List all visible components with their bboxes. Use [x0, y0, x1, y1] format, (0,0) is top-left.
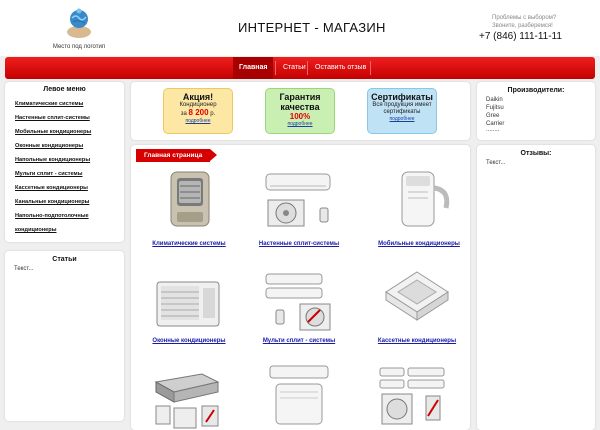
promo-certificates-title: Сертификаты — [371, 92, 433, 102]
product-label-wall-split[interactable]: Настенные сплит-системы — [244, 241, 354, 247]
promo-sale-price-suffix: р. — [210, 111, 216, 117]
promo-sale-more-link[interactable]: подробнее — [164, 118, 232, 124]
promo-certificates-line1: Вся продукция имеет — [372, 102, 432, 108]
menu-item-cassette-ac[interactable]: Кассетные кондиционеры — [15, 185, 88, 191]
menu-item-mobile-ac[interactable]: Мобильные кондиционеры — [15, 129, 91, 135]
reviews-title: Отзывы: — [520, 150, 552, 157]
menu-item-floor-ceiling-cont[interactable]: кондиционеры — [15, 227, 57, 233]
manufacturer-gree[interactable]: Gree — [486, 113, 499, 119]
section-tab-home: Главная страница — [136, 149, 218, 162]
nav-divider — [307, 61, 308, 75]
menu-item-duct-ac[interactable]: Канальные кондиционеры — [15, 199, 89, 205]
left-menu-title: Левое меню — [43, 86, 86, 93]
floor-ceiling-ac-image[interactable] — [264, 364, 334, 426]
promo-sale-title: Акция! — [182, 92, 214, 102]
nav-item-home[interactable]: Главная — [233, 57, 274, 79]
wall-split-image[interactable] — [264, 168, 334, 230]
menu-item-wall-split[interactable]: Настенные сплит-системы — [15, 115, 90, 121]
promo-certificates-line2: сертификаты — [383, 109, 421, 115]
logo-text: Место под логотип — [52, 44, 106, 50]
menu-item-window-ac[interactable]: Оконные кондиционеры — [15, 143, 83, 149]
menu-item-floor-ceiling[interactable]: Напольно-подпотолочные — [15, 213, 89, 219]
window-ac-image[interactable] — [153, 272, 223, 334]
product-label-mobile[interactable]: Мобильные кондиционеры — [364, 241, 474, 247]
manufacturer-daikin[interactable]: Daikin — [486, 97, 503, 103]
climate-system-image[interactable] — [155, 168, 225, 230]
logo[interactable]: Место под логотип — [48, 4, 108, 52]
multi-split-image[interactable] — [264, 270, 334, 332]
mobile-ac-image[interactable] — [384, 168, 454, 230]
promo-quality[interactable]: Гарантия качества 100% подробнее — [265, 88, 335, 134]
product-label-multi-split[interactable]: Мульти сплит - системы — [244, 338, 354, 344]
articles-panel: Статьи Текст... — [5, 251, 124, 421]
manufacturer-fujitsu[interactable]: Fujitsu — [486, 105, 504, 111]
help-text-line2: Звоните, разберемся! — [492, 23, 553, 29]
promo-sale[interactable]: Акция! Кондиционер за 8 200 р. подробнее — [163, 88, 233, 134]
main-nav: Главная Статьи Оставить отзыв — [5, 57, 595, 79]
header: Место под логотип ИНТЕРНЕТ - МАГАЗИН Про… — [0, 0, 600, 56]
promo-sale-price-line: за 8 200 р. — [164, 109, 232, 118]
nav-divider — [370, 61, 371, 75]
left-menu-panel: Левое меню Климатические системы Настенн… — [5, 82, 124, 242]
promo-certificates-more-link[interactable]: подробнее — [368, 116, 436, 122]
articles-title: Статьи — [52, 256, 77, 263]
promo-quality-title2: качества — [280, 102, 320, 112]
multi-indoor-ac-image[interactable] — [378, 366, 448, 428]
promo-certificates[interactable]: Сертификаты Вся продукция имеет сертифик… — [367, 88, 437, 134]
menu-item-floor-ac[interactable]: Напольные кондиционеры — [15, 157, 90, 163]
nav-item-leave-review[interactable]: Оставить отзыв — [309, 57, 372, 79]
promo-quality-title: Гарантия — [279, 92, 321, 102]
phone-number: +7 (846) 111-11-11 — [479, 31, 562, 42]
nav-divider — [275, 61, 276, 75]
logo-image — [67, 8, 91, 38]
manufacturer-more: ........ — [486, 127, 500, 133]
product-label-cassette[interactable]: Кассетные кондиционеры — [362, 338, 472, 344]
product-label-climate[interactable]: Климатические системы — [134, 241, 244, 247]
manufacturers-title: Производители: — [507, 87, 565, 94]
help-text-line1: Проблемы с выбором? — [492, 15, 557, 21]
menu-item-multi-split[interactable]: Мульти сплит - системы — [15, 171, 82, 177]
duct-ac-image[interactable] — [152, 368, 222, 430]
reviews-panel: Отзывы: Текст... — [477, 145, 595, 430]
reviews-text: Текст... — [486, 160, 506, 166]
menu-item-climate-systems[interactable]: Климатические системы — [15, 101, 83, 107]
promo-quality-more-link[interactable]: подробнее — [266, 121, 334, 127]
shop-title: ИНТЕРНЕТ - МАГАЗИН — [238, 20, 386, 35]
promo-sale-price-prefix: за — [180, 111, 187, 117]
cassette-ac-image[interactable] — [382, 268, 452, 330]
articles-text: Текст... — [14, 266, 34, 272]
manufacturers-panel: Производители: Daikin Fujitsu Gree Carri… — [477, 82, 595, 140]
promo-quality-percent: 100% — [289, 112, 311, 121]
promo-sale-price: 8 200 — [188, 108, 209, 117]
product-label-window[interactable]: Оконные кондиционеры — [134, 338, 244, 344]
